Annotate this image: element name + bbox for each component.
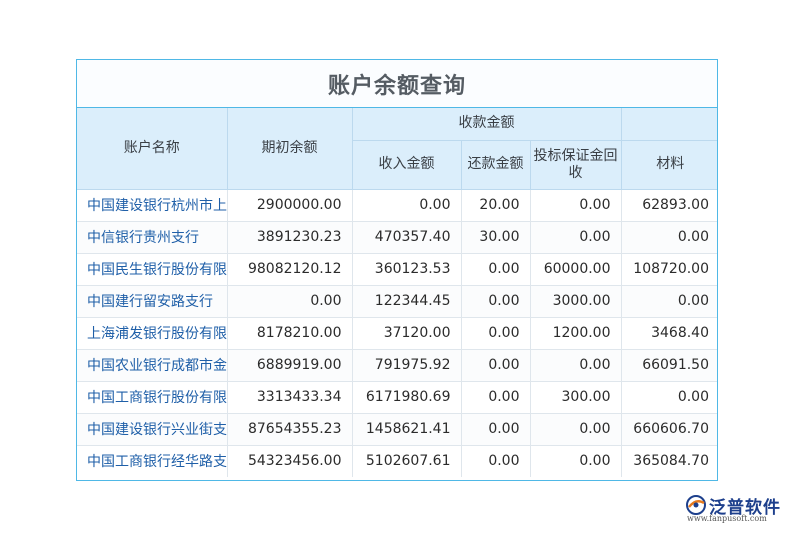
cell-account-name[interactable]: 上海浦发银行股份有限: [77, 317, 228, 350]
balance-table: 账户名称 期初余额 收款金额 收入金额 还款金额 投标保证金回收 材料 中国建设…: [77, 108, 717, 477]
column-header-repayment[interactable]: 还款金额: [461, 140, 531, 190]
cell-repayment: 0.00: [461, 381, 531, 414]
cell-bid-deposit: 60000.00: [530, 253, 622, 286]
cell-bid-deposit: 1200.00: [530, 317, 622, 350]
cell-account-name[interactable]: 中国工商银行经华路支: [77, 445, 228, 477]
cell-opening-balance: 87654355.23: [227, 413, 353, 446]
cell-opening-balance: 8178210.00: [227, 317, 353, 350]
table-row[interactable]: 中国农业银行成都市金 6889919.00 791975.92 0.00 0.00 660…: [77, 349, 717, 382]
cell-income: 0.00: [352, 189, 462, 222]
cell-opening-balance: 3891230.23: [227, 221, 353, 254]
fanpu-logo-icon: [686, 495, 706, 515]
cell-income: 791975.92: [352, 349, 462, 382]
cell-materials: 62893.00: [621, 189, 717, 222]
cell-repayment: 0.00: [461, 253, 531, 286]
cell-materials: 0.00: [621, 381, 717, 414]
cell-repayment: 0.00: [461, 285, 531, 318]
cell-materials: 0.00: [621, 285, 717, 318]
cell-income: 470357.40: [352, 221, 462, 254]
table-row[interactable]: 中国工商银行股份有限 3313433.34 6171980.69 0.00 300.00…: [77, 381, 717, 414]
cell-bid-deposit: 0.00: [530, 413, 622, 446]
cell-account-name[interactable]: 中信银行贵州支行: [77, 221, 228, 254]
cell-account-name[interactable]: 中国建设银行兴业街支: [77, 413, 228, 446]
logo-url-text: www.fanpusoft.com: [687, 514, 767, 523]
table-row[interactable]: 中国建设银行杭州市上 2900000.00 0.00 20.00 0.00 62893.0…: [77, 189, 717, 222]
cell-bid-deposit: 300.00: [530, 381, 622, 414]
cell-repayment: 0.00: [461, 317, 531, 350]
cell-repayment: 20.00: [461, 189, 531, 222]
cell-materials: 66091.50: [621, 349, 717, 382]
table-row[interactable]: 中国民生银行股份有限 98082120.12 360123.53 0.00 60000.…: [77, 253, 717, 286]
cell-bid-deposit: 3000.00: [530, 285, 622, 318]
cell-income: 122344.45: [352, 285, 462, 318]
cell-materials: 3468.40: [621, 317, 717, 350]
title-bar: 账户余额查询: [77, 60, 717, 108]
cell-income: 6171980.69: [352, 381, 462, 414]
column-header-income[interactable]: 收入金额: [352, 140, 462, 190]
cell-materials: 365084.70: [633, 453, 709, 470]
table-row[interactable]: 中国建设银行兴业街支 87654355.23 1458621.41 0.00 0.00 6…: [77, 413, 717, 446]
column-header-account-name[interactable]: 账户名称: [77, 108, 228, 190]
cell-materials: 660606.70: [621, 413, 717, 446]
cell-income: 5102607.61: [352, 445, 462, 477]
cell-bid-deposit: 0.00: [530, 349, 622, 382]
cell-repayment: 0.00: [461, 445, 531, 477]
cell-bid-deposit: 0.00: [530, 221, 622, 254]
cell-income: 37120.00: [352, 317, 462, 350]
table-row[interactable]: 上海浦发银行股份有限 8178210.00 37120.00 0.00 1200.00 3…: [77, 317, 717, 350]
table-row[interactable]: 中信银行贵州支行 3891230.23 470357.40 30.00 0.00 0.00: [77, 221, 717, 254]
cell-bid-deposit: 0.00: [530, 189, 622, 222]
cell-opening-balance: 0.00: [227, 285, 353, 318]
cell-materials: 108720.00: [621, 253, 717, 286]
cell-income: 360123.53: [352, 253, 462, 286]
table-body: 中国建设银行杭州市上 2900000.00 0.00 20.00 0.00 62893.0…: [77, 189, 717, 477]
cell-account-name[interactable]: 中国民生银行股份有限: [77, 253, 228, 286]
cell-materials: 0.00: [621, 221, 717, 254]
cell-repayment: 0.00: [461, 349, 531, 382]
fanpu-logo: 泛普软件 www.fanpusoft.com: [685, 492, 795, 526]
cell-opening-balance: 98082120.12: [227, 253, 353, 286]
cell-account-name[interactable]: 中国工商银行股份有限: [77, 381, 228, 414]
cell-opening-balance: 3313433.34: [227, 381, 353, 414]
table-row[interactable]: 中国工商银行经华路支 54323456.00 5102607.61 0.00 0.00 3…: [77, 445, 717, 477]
column-header-materials[interactable]: 材料: [621, 140, 717, 190]
cell-repayment: 0.00: [461, 413, 531, 446]
cell-opening-balance: 54323456.00: [227, 445, 353, 477]
column-header-opening-balance[interactable]: 期初余额: [227, 108, 353, 190]
cell-opening-balance: 2900000.00: [227, 189, 353, 222]
cell-opening-balance: 6889919.00: [227, 349, 353, 382]
column-group-receipts: 收款金额: [352, 108, 622, 141]
cell-account-name[interactable]: 中国农业银行成都市金: [77, 349, 228, 382]
balance-query-panel: 账户余额查询 账户名称 期初余额 收款金额 收入金额 还款金额 投标保证金回收 …: [76, 59, 718, 481]
cell-bid-deposit: 0.00: [530, 445, 622, 477]
table-row[interactable]: 中国建行留安路支行 0.00 122344.45 0.00 3000.00 0.00: [77, 285, 717, 318]
page-title: 账户余额查询: [327, 73, 466, 99]
cell-account-name[interactable]: 中国建设银行杭州市上: [77, 189, 228, 222]
cell-repayment: 30.00: [461, 221, 531, 254]
column-header-blank: [621, 108, 717, 141]
column-header-bid-deposit[interactable]: 投标保证金回收: [530, 140, 622, 190]
cell-income: 1458621.41: [352, 413, 462, 446]
cell-account-name[interactable]: 中国建行留安路支行: [77, 285, 228, 318]
